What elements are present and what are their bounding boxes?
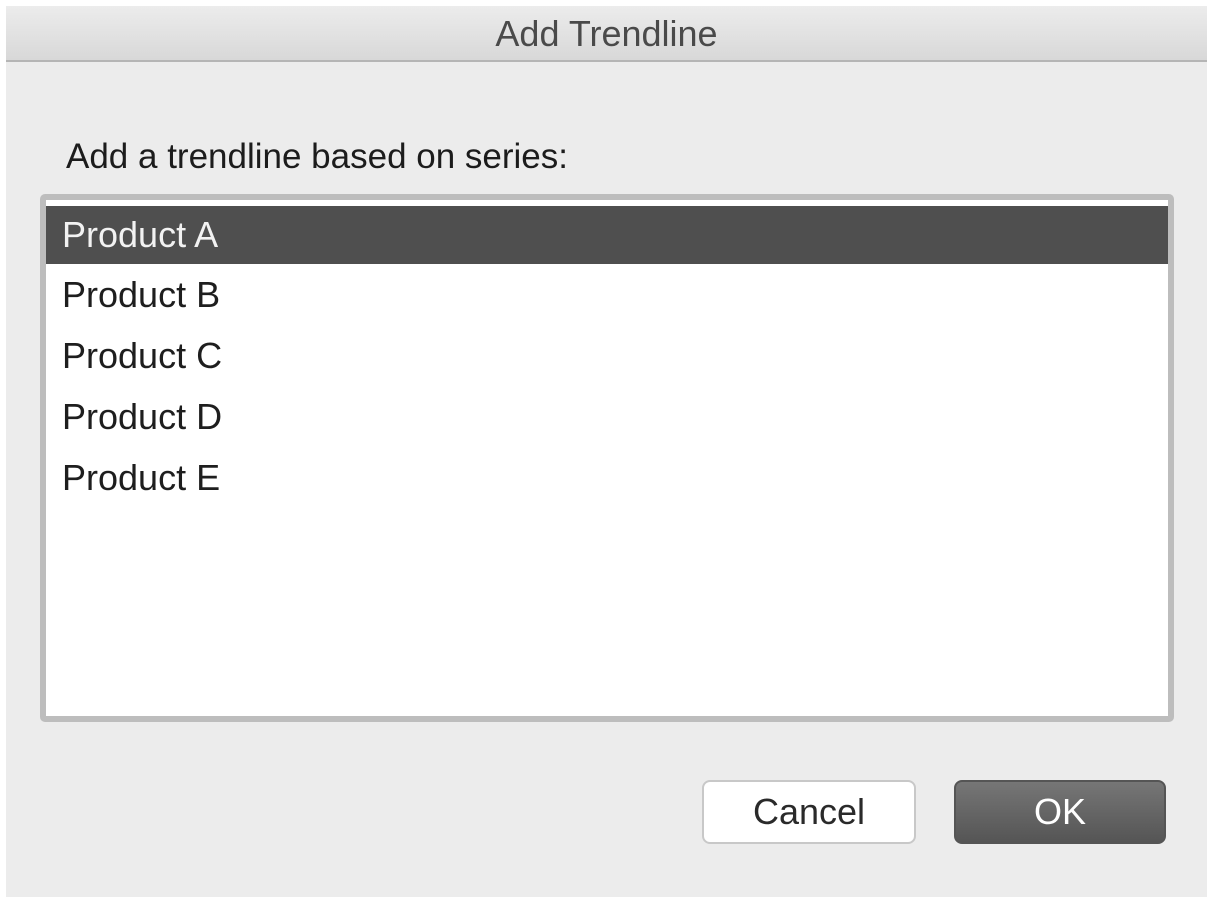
cancel-button[interactable]: Cancel	[702, 780, 916, 844]
series-listbox[interactable]: Product A Product B Product C Product D …	[40, 194, 1174, 722]
title-bar[interactable]: Add Trendline	[6, 6, 1207, 62]
series-item-product-e[interactable]: Product E	[46, 447, 1168, 508]
series-prompt-label: Add a trendline based on series:	[66, 137, 568, 176]
series-item-product-d[interactable]: Product D	[46, 386, 1168, 447]
ok-button[interactable]: OK	[954, 780, 1166, 844]
series-item-product-c[interactable]: Product C	[46, 325, 1168, 386]
add-trendline-dialog: Add Trendline Add a trendline based on s…	[6, 6, 1207, 897]
series-item-product-b[interactable]: Product B	[46, 264, 1168, 325]
dialog-title: Add Trendline	[495, 13, 718, 54]
series-item-product-a[interactable]: Product A	[46, 206, 1168, 264]
